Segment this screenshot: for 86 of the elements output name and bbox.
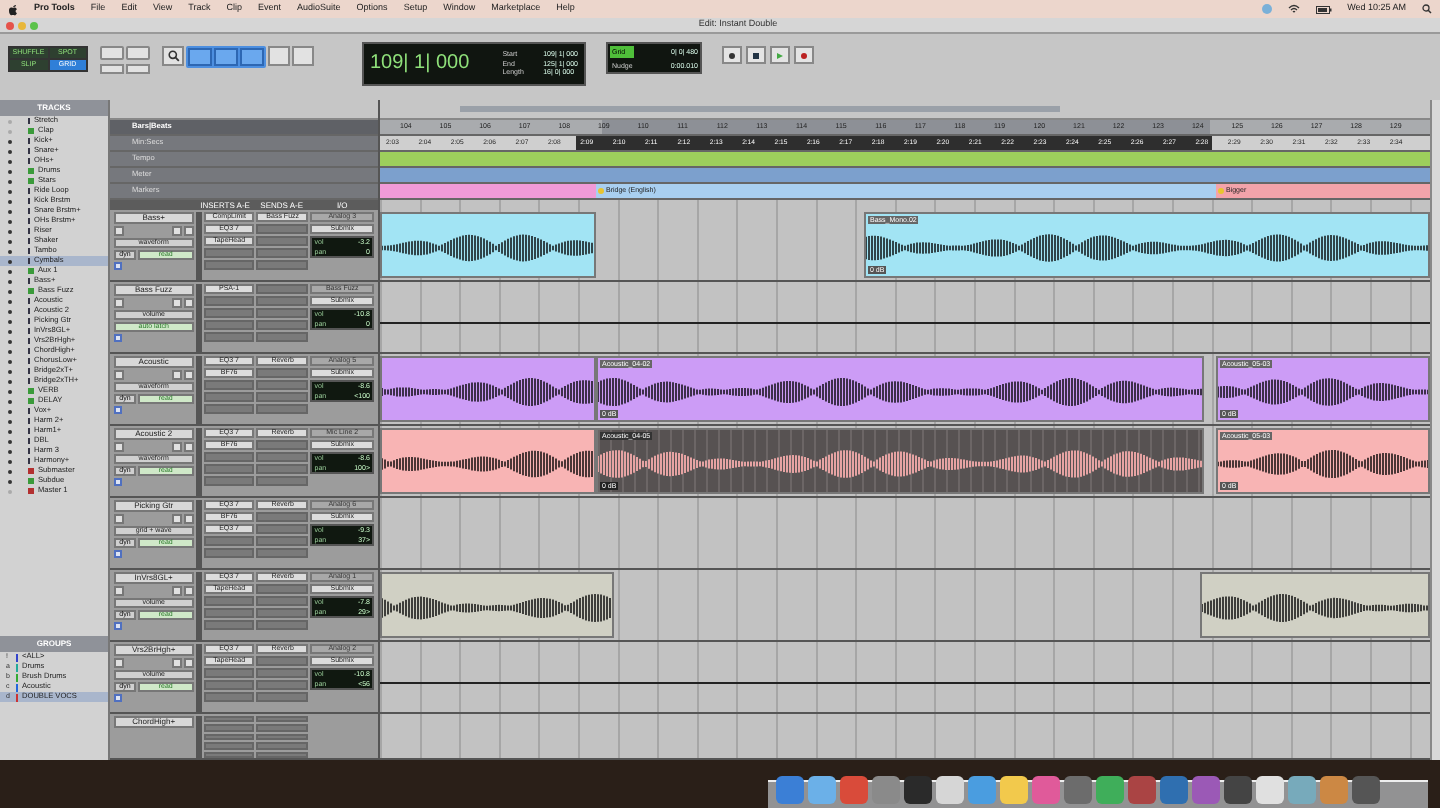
track-color-icon xyxy=(114,334,122,342)
mute-button[interactable] xyxy=(183,226,194,236)
audio-clip[interactable] xyxy=(380,572,614,638)
app-icon[interactable] xyxy=(872,776,900,804)
app-icon[interactable] xyxy=(1000,776,1028,804)
app-icon[interactable] xyxy=(1096,776,1124,804)
wifi-icon[interactable] xyxy=(1287,4,1300,14)
zoom-in-button[interactable] xyxy=(126,46,150,60)
app-icon[interactable] xyxy=(936,776,964,804)
mute-button[interactable] xyxy=(183,298,194,308)
stop-button[interactable] xyxy=(746,46,766,64)
track-color-icon xyxy=(114,478,122,486)
track-color-icon xyxy=(114,550,122,558)
circle-icon xyxy=(728,51,736,59)
solo-button[interactable] xyxy=(171,370,182,380)
app-icon[interactable] xyxy=(1032,776,1060,804)
aux-track-icon xyxy=(28,268,34,274)
master-track-icon xyxy=(28,468,34,474)
aux-track-icon xyxy=(28,288,34,294)
app-icon[interactable] xyxy=(1160,776,1188,804)
selector-tool-button[interactable] xyxy=(214,48,238,66)
app-icon[interactable] xyxy=(1224,776,1252,804)
apple-icon[interactable] xyxy=(8,3,18,15)
play-icon xyxy=(776,51,784,59)
solo-button[interactable] xyxy=(171,586,182,596)
grabber-tool-button[interactable] xyxy=(240,48,264,66)
zoom-tool-button[interactable] xyxy=(162,46,184,66)
online-button[interactable] xyxy=(722,46,742,64)
app-icon[interactable] xyxy=(968,776,996,804)
zoom-button[interactable] xyxy=(30,21,38,29)
audio-clip[interactable] xyxy=(1200,572,1430,638)
search-icon[interactable] xyxy=(1422,4,1432,14)
record-enable-button[interactable] xyxy=(114,514,124,524)
audio-clip[interactable] xyxy=(380,428,596,494)
marker-icon[interactable] xyxy=(1218,188,1224,194)
track-color-icon xyxy=(114,694,122,702)
track-color-icon xyxy=(114,262,122,270)
pencil-tool-button[interactable] xyxy=(292,46,314,66)
solo-button[interactable] xyxy=(171,514,182,524)
track-color-icon xyxy=(114,622,122,630)
record-enable-button[interactable] xyxy=(114,226,124,236)
app-icon[interactable] xyxy=(776,776,804,804)
minimize-button[interactable] xyxy=(18,21,26,29)
mute-button[interactable] xyxy=(183,442,194,452)
solo-button[interactable] xyxy=(171,226,182,236)
record-enable-button[interactable] xyxy=(114,658,124,668)
zoom-preset-button[interactable] xyxy=(126,64,150,74)
app-icon[interactable] xyxy=(1352,776,1380,804)
master-track-icon xyxy=(28,488,34,494)
marker-icon[interactable] xyxy=(598,188,604,194)
track-color-icon xyxy=(114,406,122,414)
mute-button[interactable] xyxy=(183,658,194,668)
audio-clip[interactable] xyxy=(380,212,596,278)
record-icon xyxy=(800,51,808,59)
scrollbar[interactable] xyxy=(1430,100,1440,760)
aux-track-icon xyxy=(28,478,34,484)
mute-button[interactable] xyxy=(183,514,194,524)
record-enable-button[interactable] xyxy=(114,370,124,380)
close-button[interactable] xyxy=(6,21,14,29)
zoom-preset-button[interactable] xyxy=(100,64,124,74)
app-icon[interactable] xyxy=(840,776,868,804)
app-icon[interactable] xyxy=(1256,776,1284,804)
record-button[interactable] xyxy=(794,46,814,64)
app-icon[interactable] xyxy=(808,776,836,804)
app-icon[interactable] xyxy=(1192,776,1220,804)
battery-icon[interactable] xyxy=(1315,5,1332,13)
scrubber-tool-button[interactable] xyxy=(268,46,290,66)
record-enable-button[interactable] xyxy=(114,586,124,596)
status-icon[interactable] xyxy=(1261,4,1272,14)
mute-button[interactable] xyxy=(183,370,194,380)
app-icon[interactable] xyxy=(904,776,932,804)
stop-icon xyxy=(752,51,760,59)
solo-button[interactable] xyxy=(171,658,182,668)
mute-button[interactable] xyxy=(183,586,194,596)
app-icon[interactable] xyxy=(1288,776,1316,804)
app-icon[interactable] xyxy=(1064,776,1092,804)
solo-button[interactable] xyxy=(171,298,182,308)
record-enable-button[interactable] xyxy=(114,442,124,452)
record-enable-button[interactable] xyxy=(114,298,124,308)
solo-button[interactable] xyxy=(171,442,182,452)
app-icon[interactable] xyxy=(1320,776,1348,804)
aux-track-icon xyxy=(28,128,34,134)
zoom-out-button[interactable] xyxy=(100,46,124,60)
app-icon[interactable] xyxy=(1128,776,1156,804)
audio-clip[interactable] xyxy=(380,356,596,422)
main-counter: 109| 1| 000 xyxy=(370,54,470,74)
